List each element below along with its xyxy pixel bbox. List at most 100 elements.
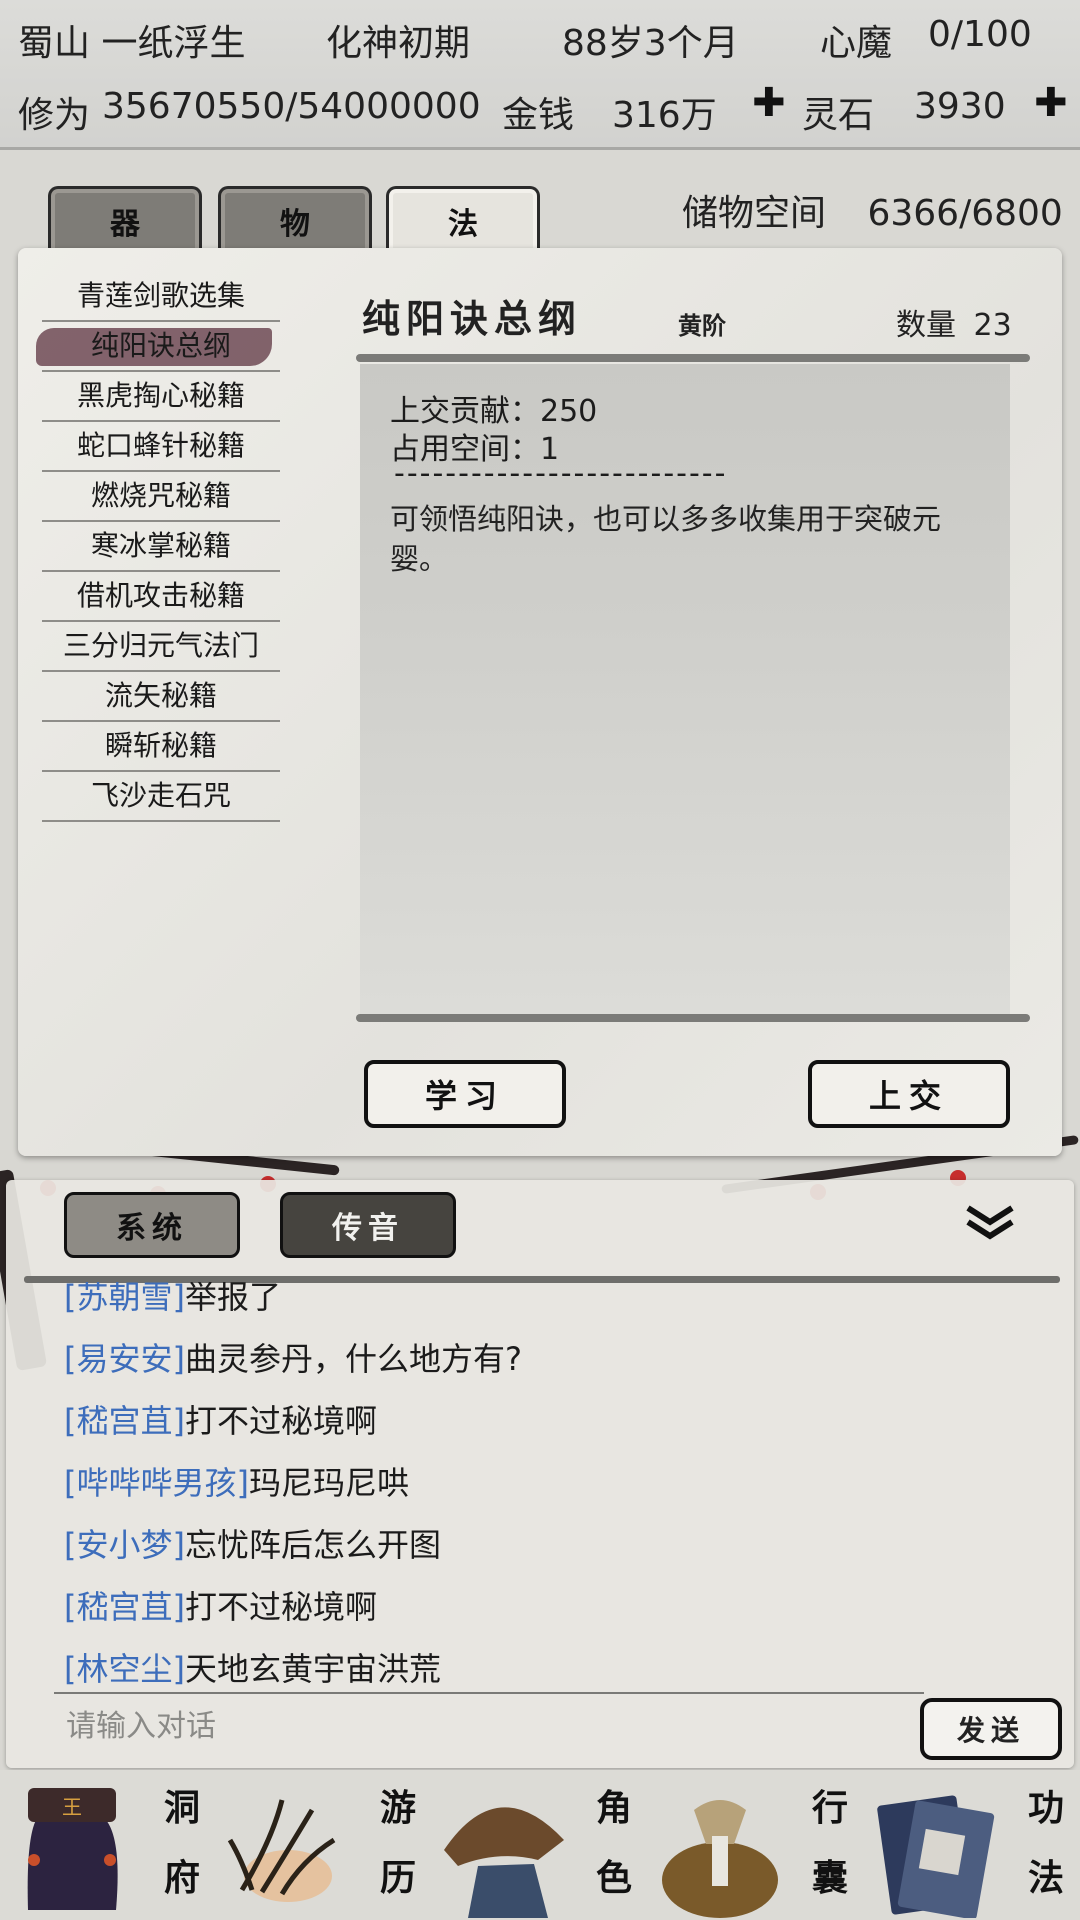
nav-label-top: 功: [1027, 1787, 1064, 1829]
spirit-stone-label: 灵石: [802, 95, 875, 136]
player-name[interactable]: [易安安]: [64, 1340, 185, 1378]
list-item[interactable]: 蛇口蜂针秘籍: [42, 422, 280, 472]
player-name[interactable]: [哔哔哔男孩]: [64, 1464, 249, 1502]
nav-label-bottom: 囊: [811, 1857, 848, 1899]
nav-label-bottom: 历: [379, 1857, 416, 1899]
message-text: 忘忧阵后怎么开图: [184, 1526, 441, 1564]
age-text: 88岁3个月: [562, 23, 739, 64]
list-item-label: 燃烧咒秘籍: [90, 479, 231, 512]
list-item-label: 青莲剑歌选集: [76, 279, 245, 312]
tab-system[interactable]: 系统: [64, 1192, 240, 1258]
chat-message: [安小梦]忘忧阵后怎么开图: [64, 1520, 441, 1566]
list-item[interactable]: 寒冰掌秘籍: [42, 522, 280, 572]
message-text: 天地玄黄宇宙洪荒: [184, 1650, 441, 1688]
chat-message: [林空尘]天地玄黄宇宙洪荒: [64, 1644, 441, 1690]
player-name[interactable]: [嵇宫苴]: [64, 1588, 185, 1626]
list-item-selected[interactable]: 纯阳诀总纲: [36, 322, 280, 372]
heart-demon-label: 心魔: [820, 23, 893, 64]
bottom-nav: 王 洞 府 游 历 角 色 行 囊 功 法: [0, 1770, 1080, 1920]
character-hat-icon: [444, 1807, 564, 1918]
tab-techniques[interactable]: 法: [386, 186, 540, 252]
tab-transmission[interactable]: 传音: [280, 1192, 456, 1258]
nav-label-bottom: 府: [163, 1857, 200, 1899]
svg-text:王: 王: [62, 1795, 82, 1819]
list-item[interactable]: 三分归元气法门: [42, 622, 280, 672]
cultivation-value: 35670550/54000000: [102, 86, 481, 127]
submit-button[interactable]: 上交: [808, 1060, 1010, 1128]
spirit-stone-value: 3930: [914, 86, 1006, 127]
item-description-area[interactable]: 上交贡献：250 占用空间：1 ------------------------…: [360, 364, 1010, 1014]
quantity-value: 23: [973, 308, 1012, 343]
nav-label-top: 角: [595, 1787, 632, 1829]
list-item[interactable]: 黑虎掏心秘籍: [42, 372, 280, 422]
message-text: 打不过秘境啊: [184, 1588, 377, 1626]
status-header: 蜀山 一纸浮生 化神初期 88岁3个月 心魔 0/100 修为 35670550…: [0, 0, 1080, 150]
list-item[interactable]: 借机攻击秘籍: [42, 572, 280, 622]
chat-message: [哔哔哔男孩]玛尼玛尼哄: [64, 1458, 409, 1504]
list-item[interactable]: 青莲剑歌选集: [42, 272, 280, 322]
realm-text: 化神初期: [326, 23, 471, 64]
money-value: 316万: [612, 95, 717, 136]
list-item-label: 飞沙走石咒: [90, 779, 231, 812]
player-name[interactable]: [嵇宫苴]: [64, 1402, 185, 1440]
separator-text: --------------------------: [394, 456, 728, 491]
list-item[interactable]: 燃烧咒秘籍: [42, 472, 280, 522]
divider: [356, 1014, 1030, 1022]
list-item-label: 瞬斩秘籍: [104, 729, 217, 762]
nav-techniques[interactable]: 功 法: [864, 1770, 1080, 1920]
tab-items[interactable]: 物: [218, 186, 372, 252]
cultivation-label: 修为: [18, 95, 91, 136]
item-grade: 黄阶: [678, 311, 726, 340]
item-title: 纯阳诀总纲: [362, 296, 583, 341]
double-chevron-svg: [966, 1205, 1014, 1240]
message-text: 玛尼玛尼哄: [248, 1464, 409, 1502]
message-text: 打不过秘境啊: [184, 1402, 377, 1440]
list-item-label: 黑虎掏心秘籍: [76, 379, 245, 412]
list-item-label: 借机攻击秘籍: [76, 579, 245, 612]
divider: [356, 354, 1030, 362]
travel-grass-icon: [227, 1799, 336, 1902]
bag-icon: [662, 1800, 778, 1918]
description-text: 可领悟纯阳诀，也可以多多收集用于突破元婴。: [390, 502, 942, 576]
scripture-books-icon: [877, 1795, 995, 1918]
message-text: 曲灵参丹，什么地方有?: [184, 1340, 522, 1378]
list-item[interactable]: 流矢秘籍: [42, 672, 280, 722]
player-name[interactable]: [安小梦]: [64, 1526, 185, 1564]
nav-label-top: 洞: [163, 1787, 200, 1829]
inventory-panel: 青莲剑歌选集 纯阳诀总纲 黑虎掏心秘籍 蛇口蜂针秘籍 燃烧咒秘籍 寒冰掌秘籍 借…: [18, 248, 1062, 1156]
chat-divider: [24, 1276, 1060, 1283]
tab-equipment[interactable]: 器: [48, 186, 202, 252]
storage-label: 储物空间: [682, 193, 827, 234]
input-underline: [54, 1692, 924, 1694]
list-item-label: 寒冰掌秘籍: [90, 529, 231, 562]
player-name[interactable]: [林空尘]: [64, 1650, 185, 1688]
heart-demon-value: 0/100: [928, 14, 1032, 55]
message-text: 举报了: [184, 1278, 281, 1316]
list-item[interactable]: 瞬斩秘籍: [42, 722, 280, 772]
double-chevron-down-icon[interactable]: [964, 1202, 1016, 1250]
add-money-icon[interactable]: ✚: [752, 80, 786, 126]
quantity-label: 数量: [896, 308, 956, 343]
list-item[interactable]: 飞沙走石咒: [42, 772, 280, 822]
learn-button[interactable]: 学习: [364, 1060, 566, 1128]
add-spirit-stone-icon[interactable]: ✚: [1034, 80, 1068, 126]
chat-panel: 系统 传音 [苏朝雪]举报了 [易安安]曲灵参丹，什么地方有? [嵇宫苴]打不过…: [6, 1180, 1074, 1768]
send-button[interactable]: 发送: [920, 1698, 1062, 1760]
list-item-label: 流矢秘籍: [104, 679, 217, 712]
chat-message: [嵇宫苴]打不过秘境啊: [64, 1582, 377, 1628]
nav-label-top: 游: [379, 1787, 416, 1829]
item-quantity: 数量 23: [896, 300, 1012, 344]
player-name[interactable]: [苏朝雪]: [64, 1282, 185, 1316]
chat-input[interactable]: [66, 1698, 866, 1754]
list-item-label: 蛇口蜂针秘籍: [76, 429, 245, 462]
list-item-label: 三分归元气法门: [62, 629, 259, 662]
storage-capacity: 储物空间 6366/6800: [682, 184, 1063, 236]
nav-label-top: 行: [811, 1787, 848, 1829]
nav-label-bottom: 法: [1027, 1857, 1064, 1899]
cave-mansion-icon: 王: [27, 1788, 118, 1910]
nav-label-bottom: 色: [595, 1857, 632, 1899]
location-name: 蜀山 一纸浮生: [18, 23, 246, 64]
list-item-label: 纯阳诀总纲: [90, 329, 231, 362]
storage-value: 6366/6800: [867, 193, 1063, 234]
money-label: 金钱: [502, 95, 575, 136]
